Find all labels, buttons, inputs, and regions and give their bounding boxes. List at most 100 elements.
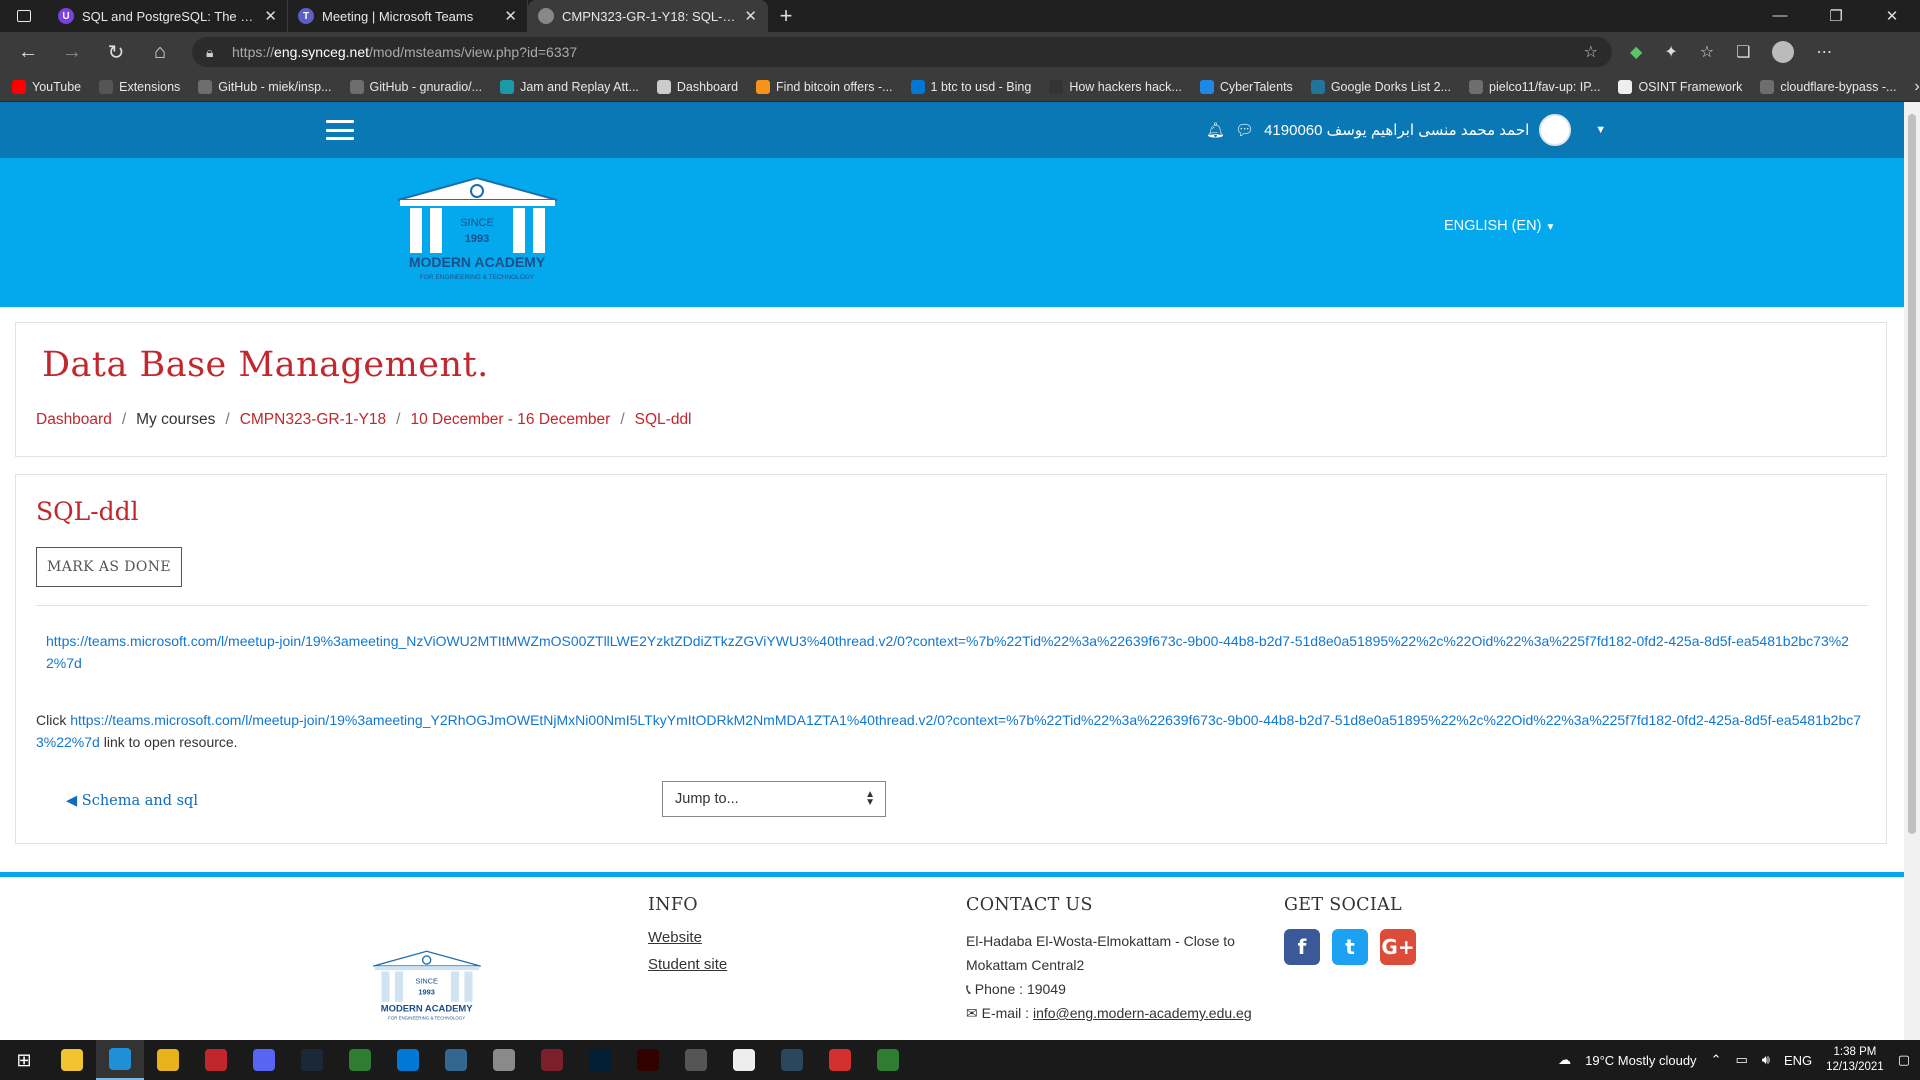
network-icon[interactable]: ▭ <box>1735 1052 1747 1068</box>
favorites-icon[interactable]: ☆ <box>1700 42 1714 62</box>
bookmark-item[interactable]: pielco11/fav-up: IP... <box>1469 79 1601 94</box>
meeting-link[interactable]: https://teams.microsoft.com/l/meetup-joi… <box>46 630 1861 674</box>
bookmark-item[interactable]: Google Dorks List 2... <box>1310 79 1452 94</box>
footer-social-column: GET SOCIAL f t G+ <box>1284 895 1416 965</box>
taskbar-window-icon[interactable] <box>720 1040 768 1080</box>
windows-start-icon[interactable]: ⊞ <box>0 1050 48 1071</box>
app-glyph-icon <box>493 1049 515 1071</box>
tab-close-icon[interactable]: ✕ <box>744 7 757 25</box>
bookmark-item[interactable]: GitHub - miek/insp... <box>198 79 332 94</box>
tab-actions-menu[interactable] <box>0 0 48 32</box>
hamburger-menu-icon[interactable] <box>326 120 354 140</box>
bookmark-item[interactable]: Jam and Replay Att... <box>500 79 639 94</box>
google-plus-icon[interactable]: G+ <box>1380 929 1416 965</box>
time: 1:38 PM <box>1833 1046 1877 1058</box>
taskbar-file-explorer-icon[interactable] <box>48 1040 96 1080</box>
breadcrumb-item[interactable]: Dashboard <box>36 411 112 429</box>
app-glyph-icon <box>637 1049 659 1071</box>
email-link[interactable]: info@eng.modern-academy.edu.eg <box>1033 1005 1252 1021</box>
taskbar-database-icon[interactable] <box>480 1040 528 1080</box>
bookmark-item[interactable]: Dashboard <box>656 79 738 94</box>
jump-to-select[interactable]: Jump to... ▲ ▼ <box>662 781 886 817</box>
bookmark-item[interactable]: CyberTalents <box>1199 79 1293 94</box>
clock[interactable]: 1:38 PM 12/13/2021 <box>1826 1045 1884 1075</box>
bookmark-label: Google Dorks List 2... <box>1330 79 1452 94</box>
bookmark-item[interactable]: OSINT Framework <box>1618 79 1742 94</box>
new-tab-button[interactable]: + <box>768 3 804 29</box>
open-resource-text: Click https://teams.microsoft.com/l/meet… <box>36 709 1861 753</box>
scrollbar-thumb[interactable] <box>1908 114 1916 834</box>
taskbar-photoshop-icon[interactable] <box>576 1040 624 1080</box>
bookmark-label: How hackers hack... <box>1069 79 1182 94</box>
breadcrumb-item[interactable]: CMPN323-GR-1-Y18 <box>240 411 386 429</box>
taskbar-steam-2-icon[interactable] <box>768 1040 816 1080</box>
taskbar-illustrator-icon[interactable] <box>624 1040 672 1080</box>
taskbar-steam-icon[interactable] <box>288 1040 336 1080</box>
bookmark-label: pielco11/fav-up: IP... <box>1489 79 1601 94</box>
url-bar[interactable]: 🔒︎ https://eng.synceg.net/mod/msteams/vi… <box>192 37 1612 67</box>
facebook-icon[interactable]: f <box>1284 929 1320 965</box>
mark-as-done-button[interactable]: MARK AS DONE <box>36 547 182 587</box>
taskbar-discord-icon[interactable] <box>240 1040 288 1080</box>
home-button[interactable]: ⌂ <box>138 41 182 64</box>
student-site-link[interactable]: Student site <box>648 956 727 973</box>
user-menu[interactable]: 🔔︎ 💬︎ احمد محمد منسى ابراهيم يوسف 419006… <box>1206 114 1606 146</box>
weather-text[interactable]: 19°C Mostly cloudy <box>1585 1053 1696 1068</box>
bookmark-item[interactable]: Extensions <box>99 79 180 94</box>
svg-text:1993: 1993 <box>465 233 489 245</box>
taskbar-pgadmin-icon[interactable] <box>432 1040 480 1080</box>
favorite-star-icon[interactable]: ☆ <box>1584 42 1598 62</box>
bookmark-item[interactable]: How hackers hack... <box>1049 79 1182 94</box>
breadcrumb-item[interactable]: SQL-ddl <box>635 411 692 429</box>
modern-academy-logo[interactable]: SINCE 1993 MODERN ACADEMY FOR ENGINEERIN… <box>390 176 565 286</box>
browser-tab[interactable]: CMPN323-GR-1-Y18: SQL-ddl ✕ <box>528 0 768 32</box>
chat-icon[interactable]: 💬︎ <box>1235 121 1254 139</box>
taskbar-app-git-icon[interactable] <box>864 1040 912 1080</box>
bookmark-item[interactable]: 1 btc to usd - Bing <box>910 79 1031 94</box>
refresh-button[interactable]: ↻ <box>94 40 138 65</box>
tab-close-icon[interactable]: ✕ <box>504 7 517 25</box>
collections-icon[interactable]: ❏ <box>1736 42 1750 62</box>
forward-button[interactable]: → <box>50 41 94 64</box>
bell-icon[interactable]: 🔔︎ <box>1206 121 1225 139</box>
bookmark-item[interactable]: YouTube <box>12 79 81 94</box>
taskbar-vscode-icon[interactable] <box>384 1040 432 1080</box>
minimize-button[interactable]: — <box>1752 7 1808 25</box>
bookmark-item[interactable]: Find bitcoin offers -... <box>756 79 893 94</box>
breadcrumb-item[interactable]: 10 December - 16 December <box>410 411 610 429</box>
volume-icon[interactable]: 🔊︎ <box>1762 1052 1770 1068</box>
resource-link[interactable]: https://teams.microsoft.com/l/meetup-joi… <box>36 712 1861 750</box>
bookmark-item[interactable]: GitHub - gnuradio/... <box>349 79 482 94</box>
taskbar-app-green-icon[interactable] <box>336 1040 384 1080</box>
twitter-icon[interactable]: t <box>1332 929 1368 965</box>
bookmark-item[interactable]: cloudflare-bypass -... <box>1760 79 1896 94</box>
tab-close-icon[interactable]: ✕ <box>264 7 277 25</box>
browser-tab[interactable]: T Meeting | Microsoft Teams ✕ <box>288 0 528 32</box>
bookmark-favicon-icon <box>12 79 26 94</box>
restore-button[interactable]: ❐ <box>1808 7 1864 25</box>
notifications-icon[interactable]: ▢ <box>1898 1052 1910 1068</box>
bookmarks-overflow-icon[interactable]: › <box>1914 78 1919 96</box>
browser-tab[interactable]: U SQL and PostgreSQL: The Compl ✕ <box>48 0 288 32</box>
extensions-puzzle-icon[interactable]: ✦ <box>1664 42 1677 62</box>
language-selector[interactable]: ENGLISH (EN) ▼ <box>1444 218 1555 234</box>
social-links: f t G+ <box>1284 929 1416 965</box>
taskbar-app-flag-icon[interactable] <box>816 1040 864 1080</box>
back-button[interactable]: ← <box>6 41 50 64</box>
tab-favicon-icon: U <box>58 8 74 24</box>
taskbar-chrome-icon[interactable] <box>144 1040 192 1080</box>
taskbar-edge-icon[interactable] <box>96 1040 144 1080</box>
taskbar-app-red-icon[interactable] <box>192 1040 240 1080</box>
website-link[interactable]: Website <box>648 929 727 946</box>
profile-avatar[interactable] <box>1772 41 1795 63</box>
tray-chevron-icon[interactable]: ⌃ <box>1711 1052 1722 1068</box>
extension-icon[interactable]: ◆ <box>1630 42 1642 62</box>
input-language[interactable]: ENG <box>1784 1053 1812 1068</box>
settings-more-icon[interactable]: ⋯ <box>1816 42 1832 62</box>
previous-activity-link[interactable]: ◀ Schema and sql <box>66 793 198 809</box>
close-window-button[interactable]: ✕ <box>1864 7 1920 25</box>
app-glyph-icon <box>349 1049 371 1071</box>
taskbar-app-maroon-icon[interactable] <box>528 1040 576 1080</box>
page-scrollbar[interactable] <box>1904 102 1920 1040</box>
taskbar-app-gray-icon[interactable] <box>672 1040 720 1080</box>
